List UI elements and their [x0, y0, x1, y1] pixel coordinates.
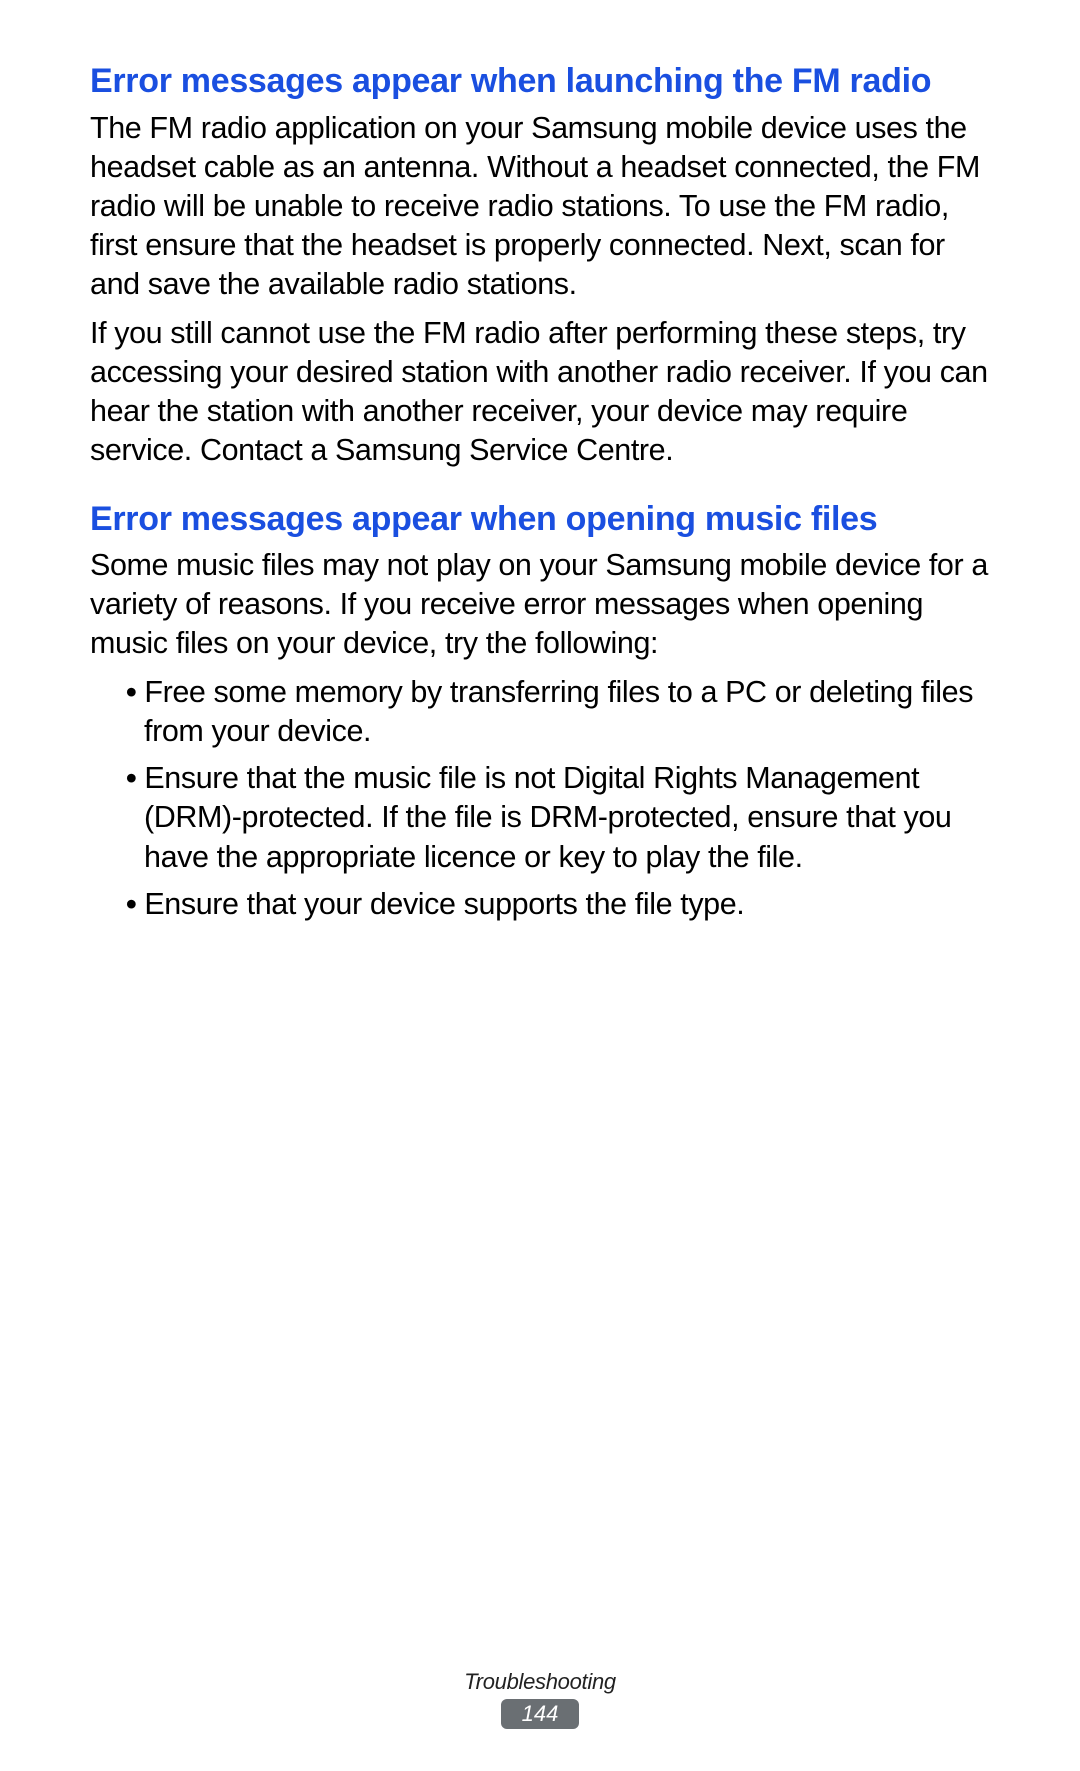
bullet-list: Free some memory by transferring files t…	[90, 673, 990, 923]
list-item: Ensure that the music file is not Digita…	[108, 759, 990, 876]
paragraph: If you still cannot use the FM radio aft…	[90, 314, 990, 470]
page-number-badge: 144	[501, 1699, 579, 1729]
content-area: Error messages appear when launching the…	[90, 60, 990, 924]
paragraph: The FM radio application on your Samsung…	[90, 109, 990, 304]
list-item: Ensure that your device supports the fil…	[108, 885, 990, 924]
page-footer: Troubleshooting 144	[0, 1669, 1080, 1729]
document-page: Error messages appear when launching the…	[0, 0, 1080, 1771]
footer-section-name: Troubleshooting	[0, 1669, 1080, 1695]
list-item: Free some memory by transferring files t…	[108, 673, 990, 751]
section-heading: Error messages appear when opening music…	[90, 498, 990, 541]
section-heading: Error messages appear when launching the…	[90, 60, 990, 103]
paragraph: Some music files may not play on your Sa…	[90, 546, 990, 663]
